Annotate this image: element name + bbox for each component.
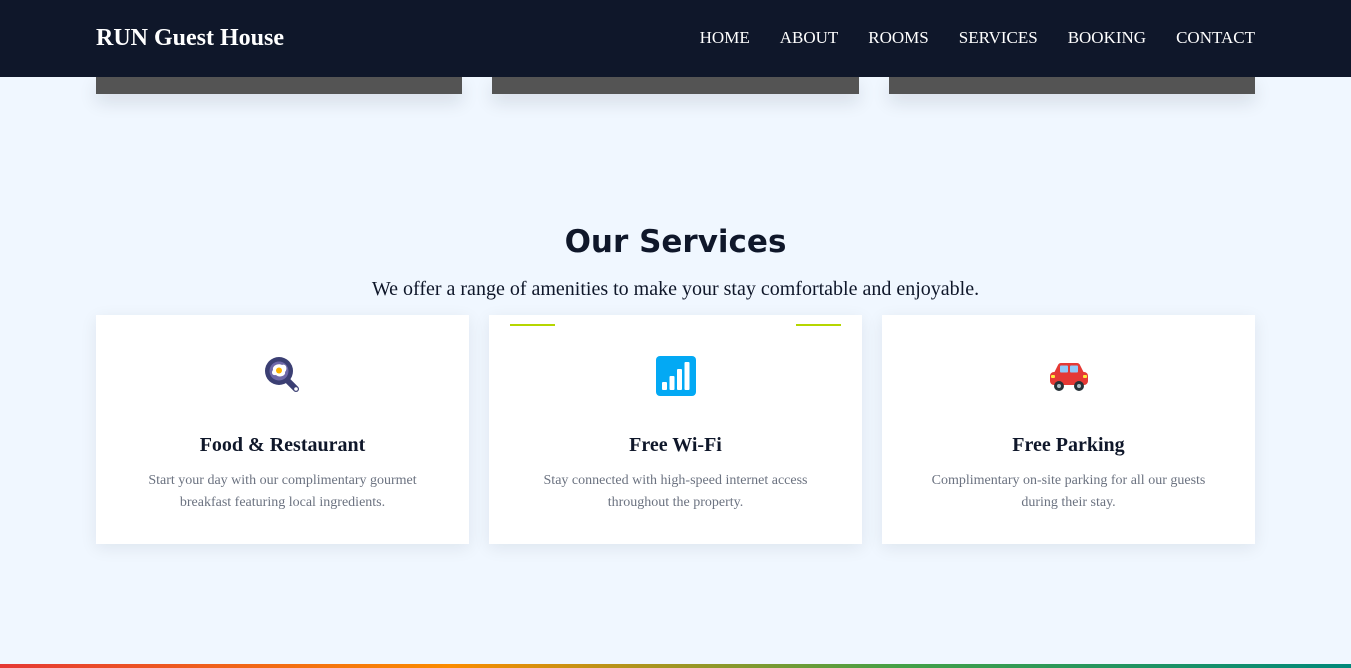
room-card-bottom[interactable] [96, 77, 462, 94]
nav-rooms-link[interactable]: ROOMS [868, 28, 928, 48]
card-description: Complimentary on-site parking for all ou… [931, 473, 1206, 510]
room-card-bottom[interactable] [889, 77, 1255, 94]
frying-pan-egg-icon [262, 355, 304, 397]
nav-home-link[interactable]: HOME [700, 28, 750, 48]
nav-contact-link[interactable]: CONTACT [1176, 28, 1255, 48]
card-description: Start your day with our complimentary go… [148, 473, 417, 510]
navbar: RUN Guest House HOME ABOUT ROOMS SERVICE… [0, 0, 1351, 77]
accent-line [510, 324, 555, 326]
nav-about-link[interactable]: ABOUT [780, 28, 839, 48]
card-title: Free Parking [1012, 434, 1125, 456]
accent-line [796, 324, 841, 326]
bottom-gradient-bar [0, 664, 1351, 668]
nav-menu: HOME ABOUT ROOMS SERVICES BOOKING CONTAC… [700, 28, 1255, 48]
section-title: Our Services [564, 224, 787, 260]
section-subtitle: We offer a range of amenities to make yo… [371, 278, 980, 300]
nav-booking-link[interactable]: BOOKING [1068, 28, 1146, 48]
service-card-food[interactable]: Food & Restaurant Start your day with ou… [96, 315, 469, 544]
nav-services-link[interactable]: SERVICES [959, 28, 1038, 48]
card-description: Stay connected with high-speed internet … [543, 473, 808, 510]
service-card-parking[interactable]: Free Parking Complimentary on-site parki… [882, 315, 1255, 544]
room-card-bottom[interactable] [492, 77, 859, 94]
car-icon [1048, 355, 1090, 397]
signal-bars-icon [655, 355, 697, 397]
service-card-wifi[interactable]: Free Wi-Fi Stay connected with high-spee… [489, 315, 862, 544]
card-title: Free Wi-Fi [629, 434, 722, 456]
card-title: Food & Restaurant [199, 434, 366, 456]
brand-logo[interactable]: RUN Guest House [96, 24, 284, 52]
